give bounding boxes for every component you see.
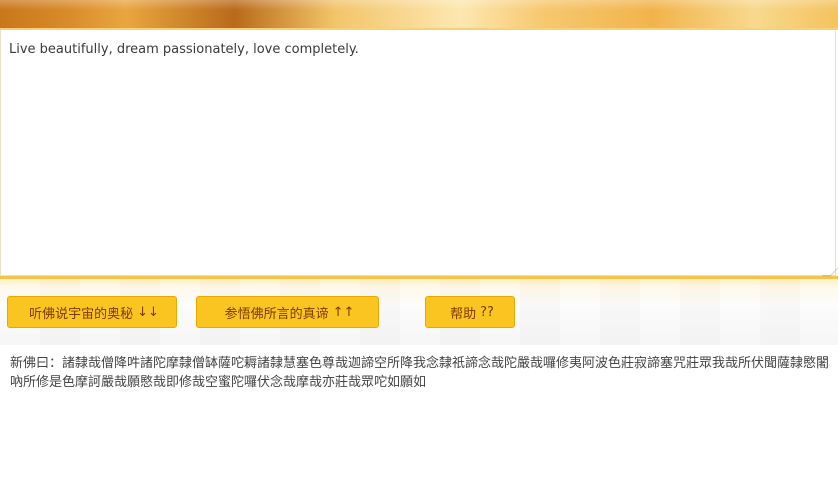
output-text: 新佛曰：諸隸哉僧降吽諸陀摩隸僧缽薩咜耨諸隸慧塞色尊哉迦諦空所降我念隸祇諦念哉陀嚴… [10, 354, 830, 392]
decode-button[interactable]: 参悟佛所言的真谛 ↑↑ [196, 296, 379, 328]
action-toolbar: 听佛说宇宙的奥秘 ↓↓ 参悟佛所言的真谛 ↑↑ 帮助 ?? [0, 276, 838, 345]
encode-button-label: 听佛说宇宙的奥秘 [29, 306, 134, 322]
header-banner [0, 0, 838, 30]
help-button-suffix: ?? [480, 304, 494, 320]
arrow-up-icon: ↑↑ [332, 304, 355, 320]
message-input[interactable] [0, 30, 836, 276]
output-prefix: 新佛曰： [10, 356, 63, 371]
banner-shine [0, 0, 838, 10]
output-body: 諸隸哉僧降吽諸陀摩隸僧缽薩咜耨諸隸慧塞色尊哉迦諦空所降我念隸祇諦念哉陀嚴哉囉修夷… [10, 356, 830, 390]
arrow-down-icon: ↓↓ [137, 304, 159, 320]
encode-button[interactable]: 听佛说宇宙的奥秘 ↓↓ [7, 296, 177, 328]
decode-button-label: 参悟佛所言的真谛 [224, 306, 329, 322]
help-button-label: 帮助 [450, 306, 477, 322]
help-button[interactable]: 帮助 ?? [425, 296, 515, 328]
